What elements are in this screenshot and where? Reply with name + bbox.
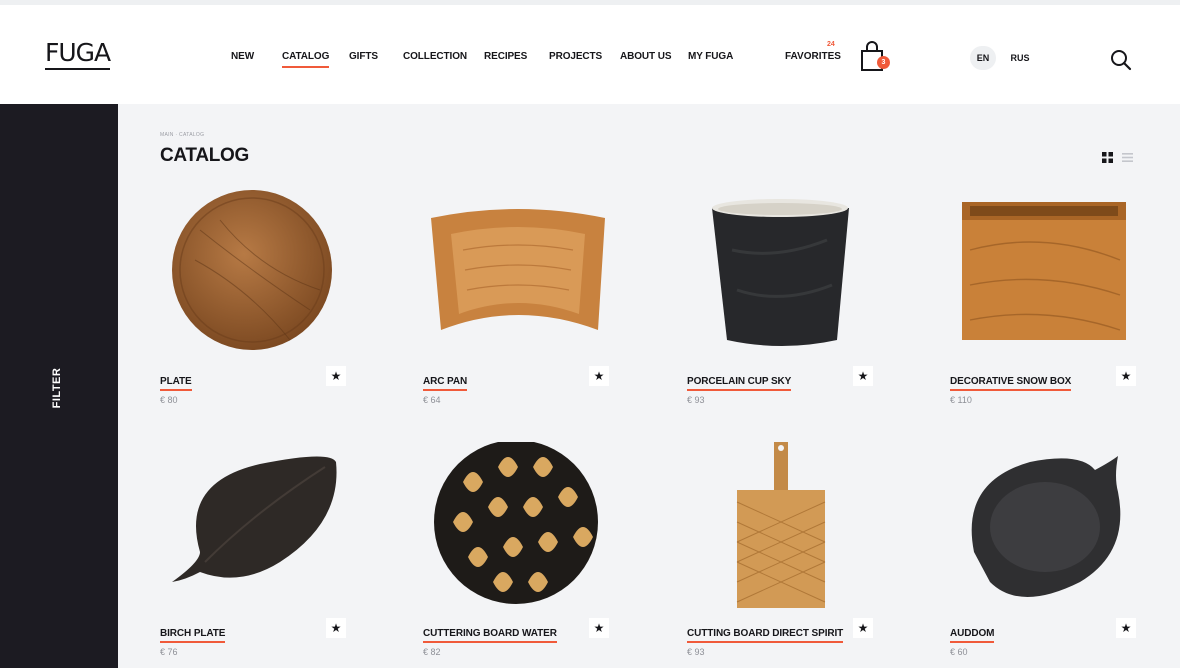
product-price: € 76: [160, 647, 178, 657]
product-card[interactable]: CUTTERING BOARD WATER € 82 ★: [423, 442, 613, 668]
nav-collection[interactable]: COLLECTION: [403, 51, 467, 62]
product-price: € 82: [423, 647, 441, 657]
product-card[interactable]: DECORATIVE SNOW BOX € 110 ★: [950, 190, 1140, 430]
product-card[interactable]: CUTTING BOARD DIRECT SPIRIT € 93 ★: [687, 442, 877, 668]
star-icon[interactable]: ★: [326, 366, 346, 386]
product-card[interactable]: PORCELAIN CUP SKY € 93 ★: [687, 190, 877, 430]
star-icon[interactable]: ★: [1116, 366, 1136, 386]
star-icon[interactable]: ★: [326, 618, 346, 638]
page-title: CATALOG: [160, 145, 250, 166]
product-image-auddom: [971, 456, 1121, 597]
product-image-arc-pan: [431, 209, 605, 330]
product-image-cutting-board-direct-spirit: [736, 442, 826, 608]
product-image-cutting-board-water: [434, 442, 598, 604]
product-price: € 60: [950, 647, 968, 657]
site-header: FUGA NEW CATALOG GIFTS COLLECTION RECIPE…: [0, 5, 1180, 104]
star-icon[interactable]: ★: [589, 618, 609, 638]
product-name[interactable]: BIRCH PLATE: [160, 628, 225, 643]
nav-about-us[interactable]: ABOUT US: [620, 51, 672, 62]
filter-sidebar[interactable]: FILTER: [0, 104, 118, 668]
list-icon: [1122, 153, 1133, 162]
product-name[interactable]: CUTTERING BOARD WATER: [423, 628, 557, 643]
star-icon[interactable]: ★: [1116, 618, 1136, 638]
favorites-link[interactable]: FAVORITES: [785, 51, 841, 62]
product-card[interactable]: PLATE € 80 ★: [160, 190, 350, 430]
product-card[interactable]: ARC PAN € 64 ★: [423, 190, 613, 430]
product-image-porcelain-cup: [712, 199, 849, 346]
star-icon[interactable]: ★: [853, 366, 873, 386]
product-card[interactable]: BIRCH PLATE € 76 ★: [160, 442, 350, 668]
cart-count-badge: 3: [877, 56, 890, 69]
search-icon: [1111, 50, 1132, 71]
lang-en[interactable]: EN: [970, 46, 996, 70]
nav-new[interactable]: NEW: [231, 51, 254, 62]
nav-recipes[interactable]: RECIPES: [484, 51, 527, 62]
product-name[interactable]: AUDDOM: [950, 628, 995, 643]
star-icon[interactable]: ★: [853, 618, 873, 638]
product-image-plate: [172, 190, 332, 350]
product-price: € 93: [687, 647, 705, 657]
favorites-count: 24: [827, 41, 835, 48]
lang-ru[interactable]: RUS: [1007, 46, 1033, 70]
product-image-snow-box: [962, 202, 1126, 340]
product-price: € 80: [160, 395, 178, 405]
product-name[interactable]: ARC PAN: [423, 376, 467, 391]
product-price: € 64: [423, 395, 441, 405]
nav-my-fuga[interactable]: MY FUGA: [688, 51, 733, 62]
breadcrumb[interactable]: MAIN · CATALOG: [160, 132, 204, 138]
filter-label: FILTER: [51, 367, 63, 409]
product-image-birch-plate: [172, 456, 337, 582]
nav-projects[interactable]: PROJECTS: [549, 51, 602, 62]
product-name[interactable]: PORCELAIN CUP SKY: [687, 376, 791, 391]
product-price: € 93: [687, 395, 705, 405]
product-name[interactable]: PLATE: [160, 376, 192, 391]
logo[interactable]: FUGA: [45, 39, 111, 70]
star-icon[interactable]: ★: [589, 366, 609, 386]
product-name[interactable]: DECORATIVE SNOW BOX: [950, 376, 1071, 391]
grid-view-toggle[interactable]: [1102, 150, 1113, 163]
product-name[interactable]: CUTTING BOARD DIRECT SPIRIT: [687, 628, 843, 643]
nav-gifts[interactable]: GIFTS: [349, 51, 378, 62]
product-price: € 110: [950, 395, 972, 405]
grid-icon: [1102, 152, 1113, 163]
product-card[interactable]: AUDDOM € 60 ★: [950, 442, 1140, 668]
list-view-toggle[interactable]: [1122, 150, 1133, 162]
nav-catalog[interactable]: CATALOG: [282, 51, 330, 68]
search-button[interactable]: [1110, 49, 1132, 71]
